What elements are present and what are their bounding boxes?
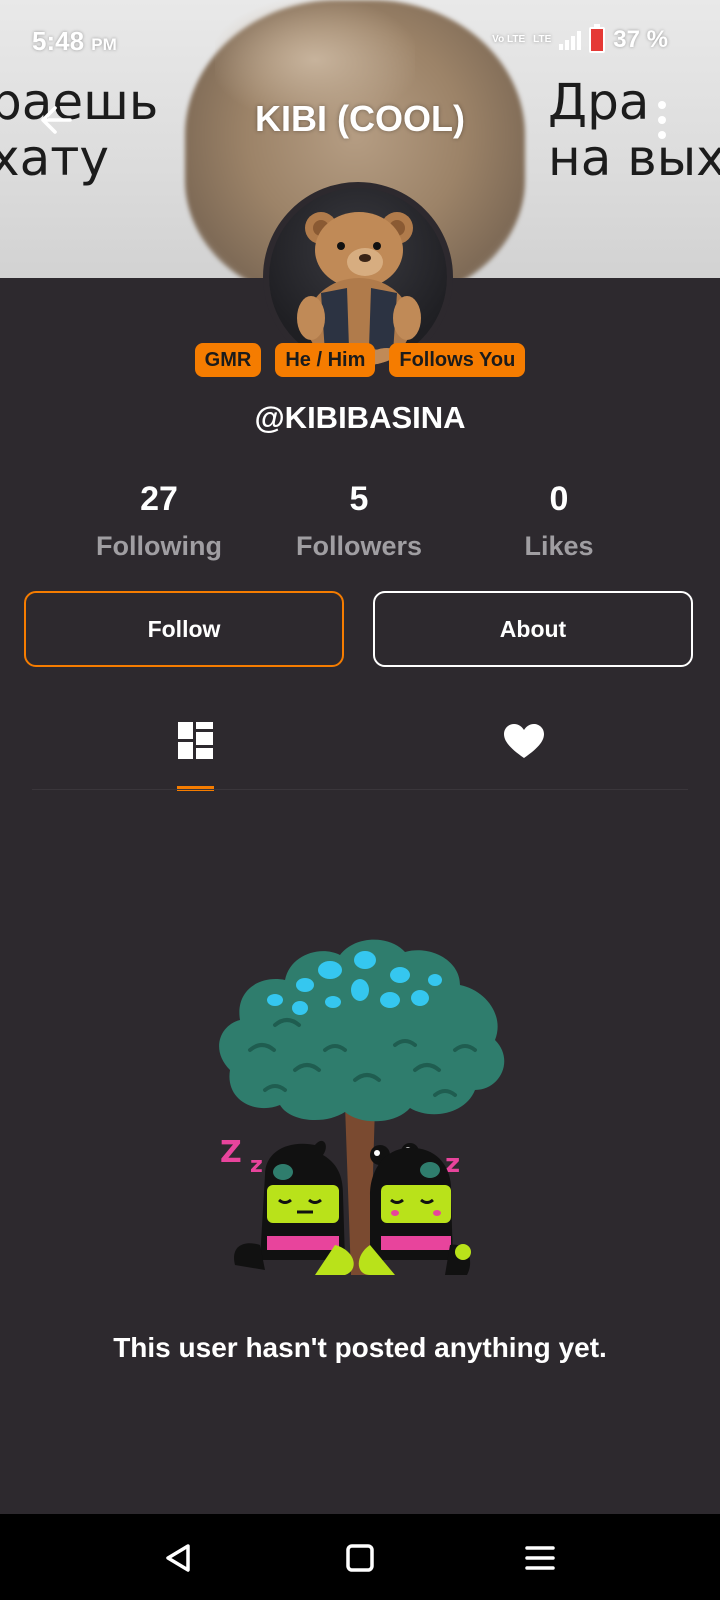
svg-text:Z: Z <box>220 1135 242 1170</box>
stat-likes[interactable]: 0 Likes <box>459 480 659 562</box>
stat-label: Likes <box>524 531 594 561</box>
nav-home-icon <box>346 1544 374 1572</box>
more-vertical-icon <box>658 101 666 109</box>
stat-value: 5 <box>349 480 369 518</box>
volte-icon: Vo LTE <box>492 34 526 45</box>
status-bar: 5:48 PM Vo LTE LTE 37 % <box>0 22 720 62</box>
nav-home-button[interactable] <box>338 1536 382 1580</box>
tabs-divider <box>32 789 688 790</box>
badge-follows-you: Follows You <box>389 343 526 377</box>
sleeping-characters-illustration: Z z z <box>219 939 505 1275</box>
follow-button[interactable]: Follow <box>24 591 344 667</box>
stat-label: Following <box>96 531 222 561</box>
more-options-button[interactable] <box>655 101 669 139</box>
nav-menu-button[interactable] <box>518 1536 562 1580</box>
grid-icon <box>178 722 213 759</box>
empty-state-message: This user hasn't posted anything yet. <box>113 1332 607 1363</box>
system-nav-bar <box>0 1514 720 1600</box>
stat-label: Followers <box>295 531 423 561</box>
tab-likes[interactable] <box>494 715 554 775</box>
badge-gmr: GMR <box>194 343 262 377</box>
badge-pronouns: He / Him <box>275 343 376 377</box>
lte-icon: LTE <box>533 34 552 45</box>
about-button[interactable]: About <box>373 591 693 667</box>
nav-back-button[interactable] <box>158 1536 202 1580</box>
stat-followers[interactable]: 5 Followers <box>259 480 459 562</box>
teddy-bear-avatar-image <box>297 212 421 366</box>
battery-icon <box>589 24 606 53</box>
page-title: KIBI (COOL) <box>255 98 465 139</box>
heart-icon <box>504 724 544 758</box>
battery-percent: 37 % <box>613 26 668 53</box>
stat-value: 27 <box>140 480 178 518</box>
nav-menu-icon <box>525 1546 555 1570</box>
username: @KIBIBASINA <box>254 400 466 435</box>
svg-text:z: z <box>250 1153 263 1178</box>
tab-posts[interactable] <box>165 715 225 775</box>
stat-value: 0 <box>549 480 569 518</box>
nav-back-icon <box>166 1544 190 1572</box>
status-time: 5:48 PM <box>32 26 117 56</box>
profile-badges: GMR He / Him Follows You <box>0 343 720 377</box>
stat-following[interactable]: 27 Following <box>59 480 259 562</box>
signal-icon <box>559 30 582 50</box>
